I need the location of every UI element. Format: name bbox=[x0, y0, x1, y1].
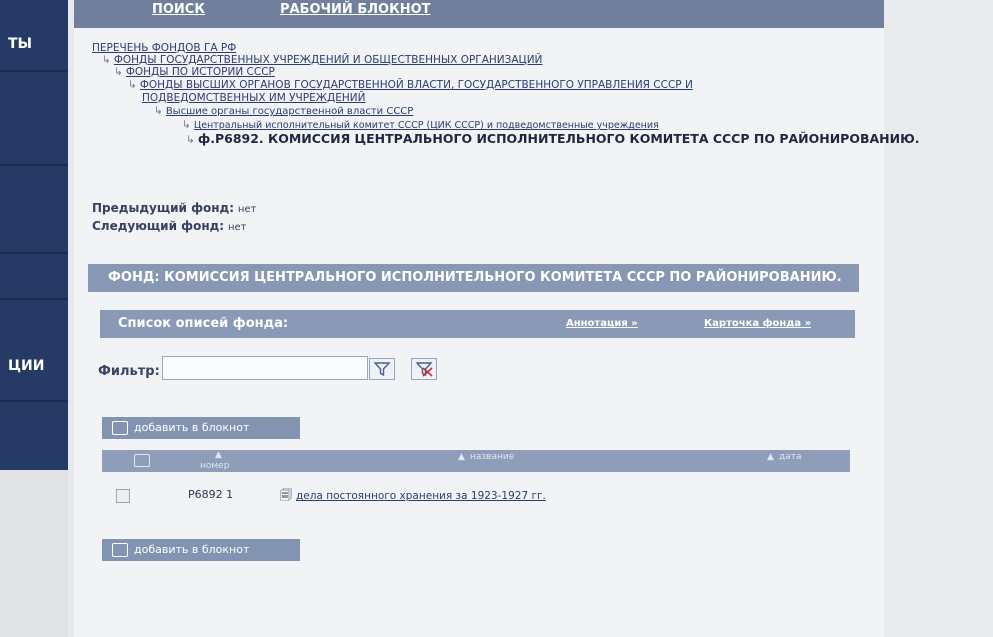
tree-arrow-icon: ↳ bbox=[182, 119, 191, 131]
filter-input[interactable] bbox=[162, 356, 368, 380]
main-content: ПОИСК РАБОЧИЙ БЛОКНОТ ПЕРЕЧЕНЬ ФОНДОВ ГА… bbox=[74, 0, 920, 637]
tree-arrow-icon: ↳ bbox=[114, 66, 123, 78]
table-row: Р6892 1 🗐 дела постоянного хранения за 1… bbox=[102, 486, 850, 506]
sort-arrow-icon: ▲ bbox=[215, 450, 222, 460]
clear-filter-button[interactable] bbox=[411, 358, 437, 380]
apply-filter-button[interactable] bbox=[369, 358, 395, 380]
left-sidebar: ТЫ ЦИИ bbox=[0, 0, 68, 470]
folder-icon bbox=[134, 454, 150, 467]
next-fund-value: нет bbox=[227, 222, 247, 233]
filter-funnel-icon bbox=[373, 362, 391, 377]
sidebar-item[interactable]: ТЫ bbox=[0, 0, 68, 72]
previous-fund-label: Предыдущий фонд: bbox=[92, 201, 235, 215]
sidebar-item[interactable] bbox=[0, 72, 68, 166]
sidebar-item[interactable] bbox=[0, 254, 68, 300]
folder-icon bbox=[112, 421, 128, 435]
fund-card-link[interactable]: Карточка фонда » bbox=[704, 310, 811, 338]
sidebar-item[interactable]: ЦИИ bbox=[0, 300, 68, 402]
tree-arrow-icon: ↳ bbox=[186, 134, 195, 146]
next-fund: Следующий фонд: нет bbox=[92, 219, 246, 233]
add-to-notebook-label: добавить в блокнот bbox=[134, 543, 250, 556]
next-fund-label: Следующий фонд: bbox=[92, 219, 225, 233]
breadcrumb-link[interactable]: ФОНДЫ ПО ИСТОРИИ СССР bbox=[126, 66, 275, 78]
sidebar-item-label: ЦИИ bbox=[8, 358, 45, 374]
breadcrumb-link[interactable]: ФОНДЫ ВЫСШИХ ОРГАНОВ ГОСУДАРСТВЕННОЙ ВЛА… bbox=[140, 79, 693, 91]
inventory-number: Р6892 1 bbox=[188, 488, 234, 501]
column-date-header[interactable]: дата bbox=[779, 452, 802, 462]
clear-filter-icon bbox=[415, 362, 433, 377]
add-to-notebook-button[interactable]: добавить в блокнот bbox=[102, 417, 300, 439]
fund-title-bar: ФОНД: КОМИССИЯ ЦЕНТРАЛЬНОГО ИСПОЛНИТЕЛЬН… bbox=[88, 264, 859, 292]
breadcrumb-link[interactable]: ПЕРЕЧЕНЬ ФОНДОВ ГА РФ bbox=[92, 42, 236, 54]
sidebar-item[interactable] bbox=[0, 166, 68, 254]
column-name-header[interactable]: название bbox=[470, 452, 514, 462]
breadcrumb-link[interactable]: ФОНДЫ ГОСУДАРСТВЕННЫХ УЧРЕЖДЕНИЙ И ОБЩЕС… bbox=[114, 54, 543, 66]
tree-arrow-icon: ↳ bbox=[128, 79, 137, 91]
nav-search-link[interactable]: ПОИСК bbox=[152, 2, 205, 17]
sidebar-empty-area bbox=[0, 470, 68, 637]
annotation-link[interactable]: Аннотация » bbox=[566, 310, 638, 338]
breadcrumb-link[interactable]: ПОДВЕДОМСТВЕННЫХ ИМ УЧРЕЖДЕНИЙ bbox=[142, 92, 365, 104]
breadcrumb-link[interactable]: Центральный исполнительный комитет СССР … bbox=[194, 120, 659, 131]
inventory-list-title: Список описей фонда: bbox=[118, 316, 289, 331]
document-icon: 🗐 bbox=[280, 488, 292, 502]
table-header: ▲ номер ▲ название ▲ дата bbox=[102, 450, 850, 472]
add-to-notebook-button[interactable]: добавить в блокнот bbox=[102, 539, 300, 561]
previous-fund: Предыдущий фонд: нет bbox=[92, 201, 256, 215]
tree-arrow-icon: ↳ bbox=[154, 105, 163, 117]
previous-fund-value: нет bbox=[237, 204, 257, 215]
top-navigation: ПОИСК РАБОЧИЙ БЛОКНОТ bbox=[74, 0, 884, 28]
sidebar-item-label: ТЫ bbox=[8, 36, 33, 52]
inventory-name-link[interactable]: дела постоянного хранения за 1923-1927 г… bbox=[296, 490, 546, 502]
column-number-header[interactable]: номер bbox=[200, 461, 229, 471]
right-gutter bbox=[884, 0, 993, 637]
sort-arrow-icon: ▲ bbox=[458, 452, 465, 462]
tree-arrow-icon: ↳ bbox=[102, 54, 111, 66]
row-checkbox[interactable] bbox=[116, 489, 130, 503]
sort-arrow-icon: ▲ bbox=[767, 452, 774, 462]
filter-label: Фильтр: bbox=[98, 364, 160, 379]
folder-icon bbox=[112, 543, 128, 557]
breadcrumb-link[interactable]: Высшие органы государственной власти ССС… bbox=[166, 106, 414, 117]
inventory-list-header: Список описей фонда: Аннотация » Карточк… bbox=[100, 310, 855, 338]
current-fund-title: ф.Р6892. КОМИССИЯ ЦЕНТРАЛЬНОГО ИСПОЛНИТЕ… bbox=[197, 131, 920, 146]
nav-notebook-link[interactable]: РАБОЧИЙ БЛОКНОТ bbox=[280, 2, 431, 17]
add-to-notebook-label: добавить в блокнот bbox=[134, 421, 250, 434]
